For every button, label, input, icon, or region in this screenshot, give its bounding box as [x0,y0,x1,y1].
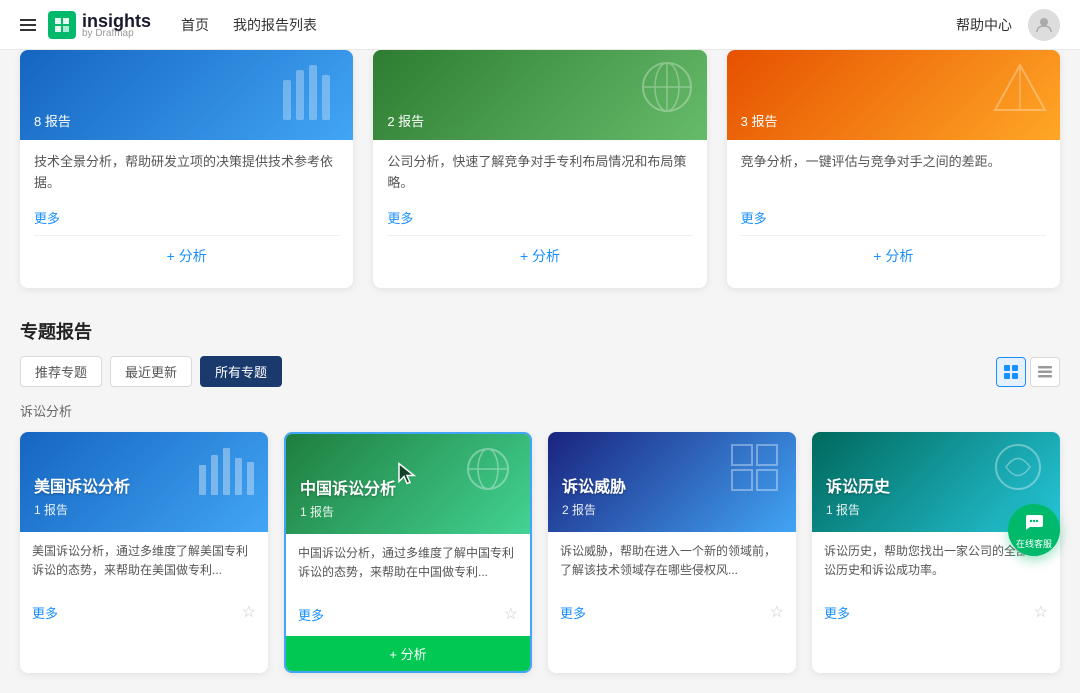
report-card-2-header: 诉讼威胁 2 报告 [548,432,796,532]
report-card-2-footer: 更多 ☆ [560,602,784,622]
card-1-desc: 公司分析，快速了解竞争对手专利布局情况和布局策略。 [387,152,692,202]
chat-label: 在线客服 [1016,537,1052,550]
report-card-0-star[interactable]: ☆ [242,602,256,622]
report-card-2-star[interactable]: ☆ [770,602,784,622]
report-card-3-more[interactable]: 更多 [824,603,850,622]
card-deco-2 [990,60,1050,118]
report-card-3-footer: 更多 ☆ [824,602,1048,622]
report-card-0-badge: 1 报告 [34,501,254,518]
report-card-1-badge: 1 报告 [300,503,516,520]
report-card-1: 中国诉讼分析 1 报告 中国诉讼分析，通过多维度了解中国专利诉讼的态势，来帮助在… [284,432,532,673]
card-header-green: 2 报告 [373,50,706,140]
report-card-2: 诉讼威胁 2 报告 诉讼威胁，帮助在进入一个新的领域前，了解该技术领域存在哪些侵… [548,432,796,673]
report-deco-2 [727,440,782,498]
report-card-0-desc: 美国诉讼分析，通过多维度了解美国专利诉讼的态势，来帮助在美国做专利... [32,542,256,594]
report-card-0-more[interactable]: 更多 [32,603,58,622]
top-cards-section: 8 报告 技术全景分析，帮助研发立项的决策提供技术参考依据。 更多 + 分析 [20,50,1060,288]
header-right: 帮助中心 [956,9,1060,41]
card-0-more[interactable]: 更多 [34,208,60,227]
help-link[interactable]: 帮助中心 [956,15,1012,35]
card-2-badge: 3 报告 [741,111,778,130]
tab-recommended[interactable]: 推荐专题 [20,356,102,387]
list-view-button[interactable] [1030,357,1060,387]
card-deco-0 [283,60,343,123]
nav-home[interactable]: 首页 [181,15,209,35]
hamburger-menu[interactable] [20,19,36,31]
cursor-indicator [397,462,419,491]
card-0-badge: 8 报告 [34,111,71,130]
report-card-0-header: 美国诉讼分析 1 报告 [20,432,268,532]
report-card-1-body: 中国诉讼分析，通过多维度了解中国专利诉讼的态势，来帮助在中国做专利... 更多 … [286,534,530,636]
report-card-1-footer: 更多 ☆ [298,604,518,624]
report-card-2-desc: 诉讼威胁，帮助在进入一个新的领域前，了解该技术领域存在哪些侵权风... [560,542,784,594]
card-2-more[interactable]: 更多 [741,208,767,227]
top-card-0: 8 报告 技术全景分析，帮助研发立项的决策提供技术参考依据。 更多 + 分析 [20,50,353,288]
card-deco-1 [637,60,697,118]
report-card-0-body: 美国诉讼分析，通过多维度了解美国专利诉讼的态势，来帮助在美国做专利... 更多 … [20,532,268,634]
logo: insights by Drafmap [48,11,151,39]
report-card-0: 美国诉讼分析 1 报告 美国诉讼分析，通过多维度了解美国专利诉讼的态势，来帮助在… [20,432,268,673]
card-1-analyze[interactable]: + 分析 [387,235,692,276]
tab-all[interactable]: 所有专题 [200,356,282,387]
report-card-1-desc: 中国诉讼分析，通过多维度了解中国专利诉讼的态势，来帮助在中国做专利... [298,544,518,596]
card-0-body: 技术全景分析，帮助研发立项的决策提供技术参考依据。 更多 + 分析 [20,140,353,288]
logo-icon [48,11,76,39]
report-card-3-star[interactable]: ☆ [1034,602,1048,622]
tab-recent[interactable]: 最近更新 [110,356,192,387]
card-2-body: 竞争分析，一键评估与竞争对手之间的差距。 更多 + 分析 [727,140,1060,288]
category-label: 诉讼分析 [20,401,1060,420]
report-deco-1 [461,442,516,500]
report-card-1-action[interactable]: + 分析 [286,636,530,671]
nav-reports[interactable]: 我的报告列表 [233,15,317,35]
main-content: 8 报告 技术全景分析，帮助研发立项的决策提供技术参考依据。 更多 + 分析 [0,50,1080,693]
card-1-badge: 2 报告 [387,111,424,130]
report-card-3-desc: 诉讼历史，帮助您找出一家公司的全部诉讼历史和诉讼成功率。 [824,542,1048,594]
card-1-body: 公司分析，快速了解竞争对手专利布局情况和布局策略。 更多 + 分析 [373,140,706,288]
view-toggle [996,357,1060,387]
chat-widget[interactable]: 在线客服 [1008,504,1060,556]
card-0-analyze[interactable]: + 分析 [34,235,339,276]
logo-text-group: insights by Drafmap [82,11,151,39]
card-2-desc: 竞争分析，一键评估与竞争对手之间的差距。 [741,152,1046,202]
report-deco-0 [199,440,254,498]
filter-tabs: 推荐专题 最近更新 所有专题 [20,356,1060,387]
card-0-desc: 技术全景分析，帮助研发立项的决策提供技术参考依据。 [34,152,339,202]
section-title: 专题报告 [20,318,1060,344]
report-card-2-body: 诉讼威胁，帮助在进入一个新的领域前，了解该技术领域存在哪些侵权风... 更多 ☆ [548,532,796,634]
top-card-1: 2 报告 公司分析，快速了解竞争对手专利布局情况和布局策略。 更多 + 分析 [373,50,706,288]
report-card-2-more[interactable]: 更多 [560,603,586,622]
grid-view-button[interactable] [996,357,1026,387]
report-card-0-footer: 更多 ☆ [32,602,256,622]
report-card-1-header: 中国诉讼分析 1 报告 [286,434,530,534]
header: insights by Drafmap 首页 我的报告列表 帮助中心 [0,0,1080,50]
report-card-1-more[interactable]: 更多 [298,605,324,624]
card-2-analyze[interactable]: + 分析 [741,235,1046,276]
card-1-more[interactable]: 更多 [387,208,413,227]
card-header-blue: 8 报告 [20,50,353,140]
user-avatar[interactable] [1028,9,1060,41]
report-deco-3 [991,440,1046,498]
report-cards-grid: 美国诉讼分析 1 报告 美国诉讼分析，通过多维度了解美国专利诉讼的态势，来帮助在… [20,432,1060,673]
card-header-orange: 3 报告 [727,50,1060,140]
top-card-2: 3 报告 竞争分析，一键评估与竞争对手之间的差距。 更多 + 分析 [727,50,1060,288]
report-card-2-badge: 2 报告 [562,501,782,518]
report-card-1-star[interactable]: ☆ [504,604,518,624]
